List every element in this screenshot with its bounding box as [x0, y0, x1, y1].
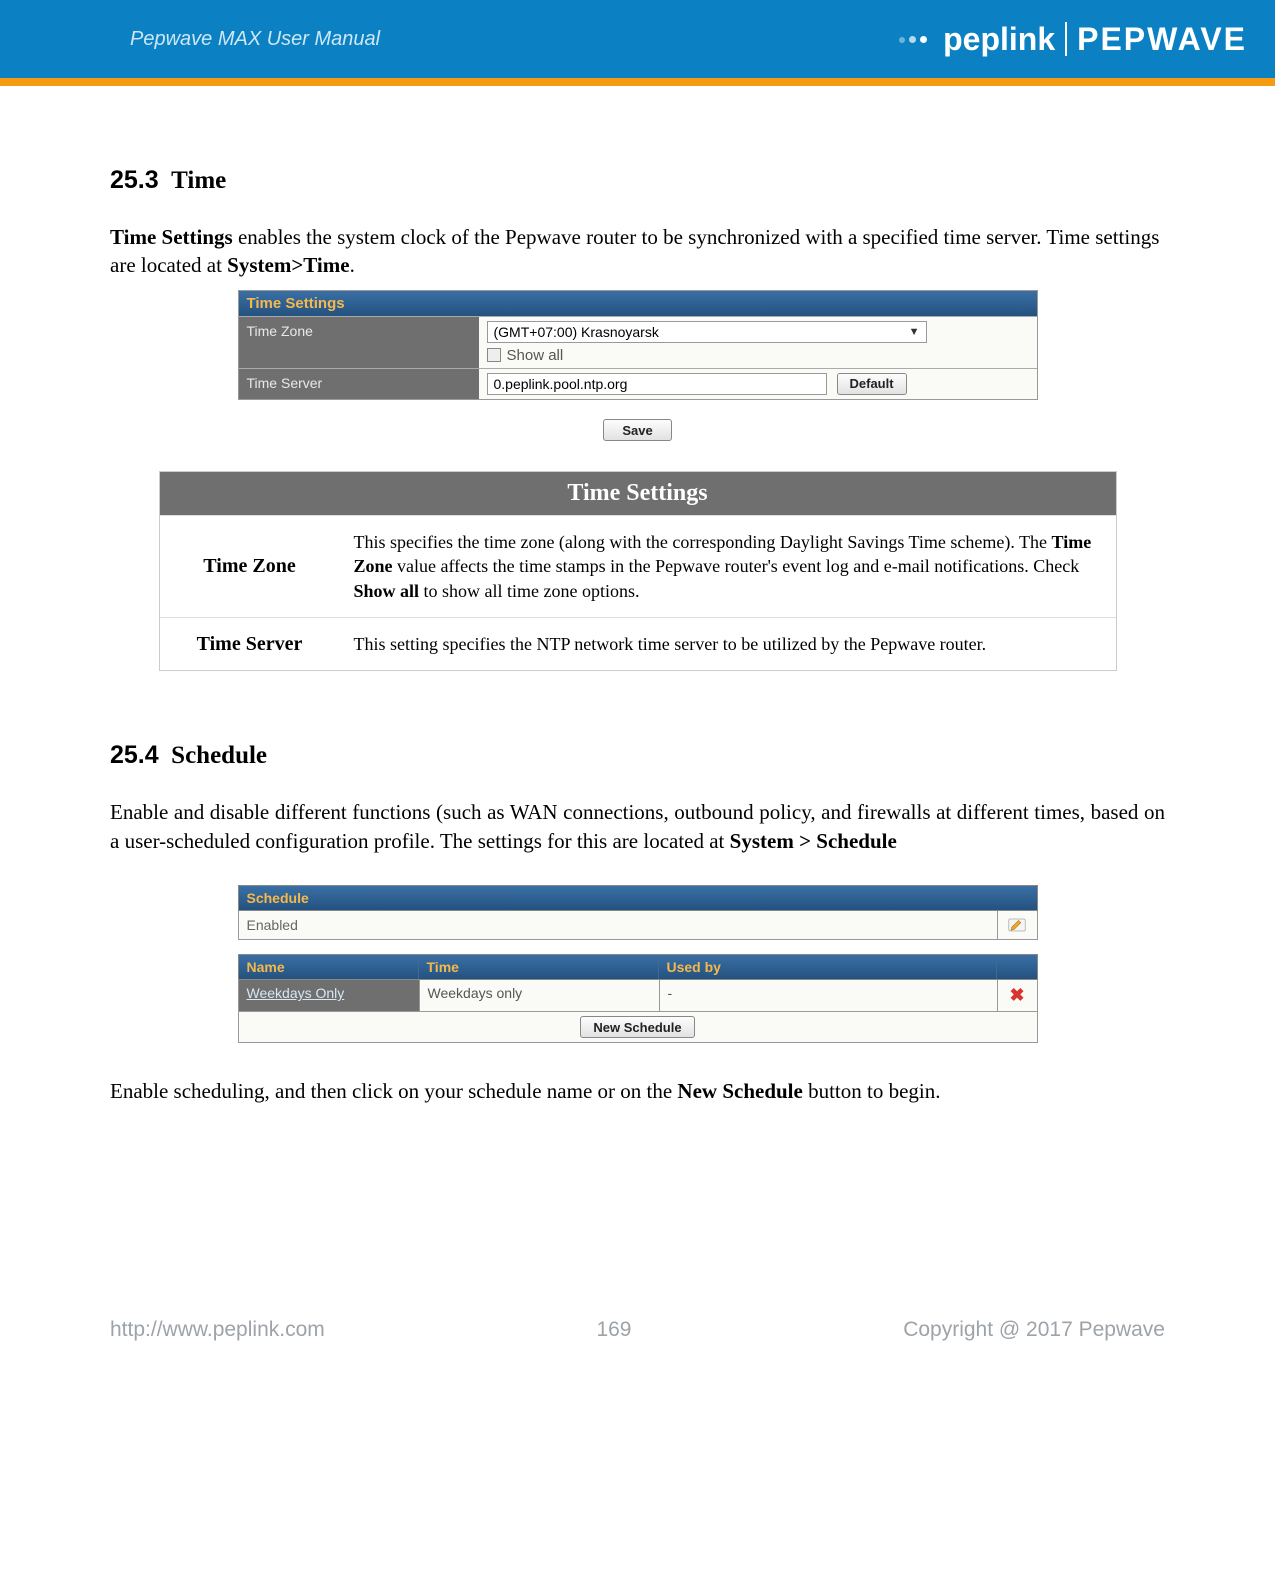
schedule-footer-post: button to begin. — [803, 1079, 941, 1103]
footer-page-number: 169 — [596, 1318, 631, 1342]
schedule-row-name-link[interactable]: Weekdays Only — [239, 980, 419, 1011]
schedule-footer-pre: Enable scheduling, and then click on you… — [110, 1079, 677, 1103]
schedule-panel-title: Schedule — [238, 885, 1038, 911]
tz-desc-mid: value affects the time stamps in the Pep… — [393, 556, 1080, 576]
schedule-panel: Schedule Enabled Name Time Used by Weekd… — [238, 885, 1038, 1043]
schedule-edit-button[interactable] — [997, 911, 1037, 939]
tz-desc-pre: This specifies the time zone (along with… — [354, 532, 1052, 552]
logo-dots-icon — [899, 36, 927, 43]
tz-desc-bold2: Show all — [354, 581, 420, 601]
schedule-row-usedby: - — [659, 980, 997, 1011]
explain-table-caption: Time Settings — [160, 472, 1116, 515]
pencil-icon — [1008, 918, 1026, 932]
schedule-footer-bold: New Schedule — [677, 1079, 802, 1103]
new-schedule-button[interactable]: New Schedule — [580, 1016, 694, 1038]
time-settings-panel-title: Time Settings — [239, 291, 1037, 316]
time-intro-paragraph: Time Settings enables the system clock o… — [110, 223, 1165, 280]
brand-peplink: peplink — [943, 21, 1055, 58]
manual-title: Pepwave MAX User Manual — [130, 28, 380, 51]
schedule-row-time: Weekdays only — [419, 980, 659, 1011]
section-title: Time — [171, 167, 226, 194]
col-time: Time — [419, 955, 659, 979]
delete-icon: ✖ — [1009, 985, 1024, 1006]
time-intro-bold: Time Settings — [110, 225, 233, 249]
section-heading-time: 25.3 Time — [110, 166, 1165, 195]
brand-logo: peplink PEPWAVE — [899, 21, 1247, 58]
col-name: Name — [239, 955, 419, 979]
schedule-intro-path: System > Schedule — [730, 829, 897, 853]
schedule-enabled-label: Enabled — [239, 911, 997, 939]
time-settings-explain-table: Time Settings Time Zone This specifies t… — [159, 471, 1117, 671]
time-intro-path: System>Time — [227, 253, 349, 277]
col-usedby: Used by — [659, 955, 997, 979]
logo-divider-icon — [1065, 22, 1067, 56]
footer-copyright: Copyright @ 2017 Pepwave — [903, 1318, 1165, 1342]
section-heading-schedule: 25.4 Schedule — [110, 741, 1165, 770]
section-number-schedule: 25.4 — [110, 741, 159, 769]
section-number: 25.3 — [110, 166, 159, 194]
time-server-input[interactable]: 0.peplink.pool.ntp.org — [487, 373, 827, 395]
show-all-checkbox[interactable]: Show all — [487, 347, 564, 364]
schedule-table-header: Name Time Used by — [238, 954, 1038, 980]
schedule-new-row: New Schedule — [238, 1012, 1038, 1043]
brand-pepwave: PEPWAVE — [1077, 21, 1247, 58]
header-accent-strip — [0, 78, 1275, 86]
time-zone-label: Time Zone — [239, 317, 479, 368]
footer-url: http://www.peplink.com — [110, 1318, 325, 1342]
explain-label-timezone: Time Zone — [160, 516, 340, 617]
section-title-schedule: Schedule — [171, 742, 267, 769]
document-header: Pepwave MAX User Manual peplink PEPWAVE — [0, 0, 1275, 78]
explain-label-timeserver: Time Server — [160, 618, 340, 670]
time-server-row: Time Server 0.peplink.pool.ntp.org Defau… — [239, 368, 1037, 399]
time-zone-selected-value: (GMT+07:00) Krasnoyarsk — [494, 324, 659, 340]
show-all-label: Show all — [507, 347, 564, 364]
checkbox-icon — [487, 348, 501, 362]
schedule-intro-paragraph: Enable and disable different functions (… — [110, 798, 1165, 855]
time-zone-row: Time Zone (GMT+07:00) Krasnoyarsk ▼ Show… — [239, 316, 1037, 368]
schedule-footer-paragraph: Enable scheduling, and then click on you… — [110, 1077, 1165, 1105]
schedule-enabled-row: Enabled — [238, 911, 1038, 940]
tz-desc-post: to show all time zone options. — [419, 581, 639, 601]
schedule-row-delete-button[interactable]: ✖ — [997, 980, 1037, 1011]
save-button[interactable]: Save — [603, 419, 671, 441]
explain-row-timeserver: Time Server This setting specifies the N… — [160, 617, 1116, 670]
time-settings-panel: Time Settings Time Zone (GMT+07:00) Kras… — [238, 290, 1038, 400]
chevron-down-icon: ▼ — [909, 326, 920, 338]
explain-desc-timezone: This specifies the time zone (along with… — [340, 516, 1116, 617]
explain-desc-timeserver: This setting specifies the NTP network t… — [340, 618, 1116, 670]
time-server-label: Time Server — [239, 369, 479, 399]
explain-row-timezone: Time Zone This specifies the time zone (… — [160, 515, 1116, 617]
time-intro-suffix: . — [350, 253, 355, 277]
page-footer: http://www.peplink.com 169 Copyright @ 2… — [0, 1318, 1275, 1342]
schedule-intro-text: Enable and disable different functions (… — [110, 800, 1165, 852]
default-button[interactable]: Default — [837, 373, 907, 395]
schedule-table-row: Weekdays Only Weekdays only - ✖ — [238, 980, 1038, 1012]
time-zone-select[interactable]: (GMT+07:00) Krasnoyarsk ▼ — [487, 321, 927, 343]
